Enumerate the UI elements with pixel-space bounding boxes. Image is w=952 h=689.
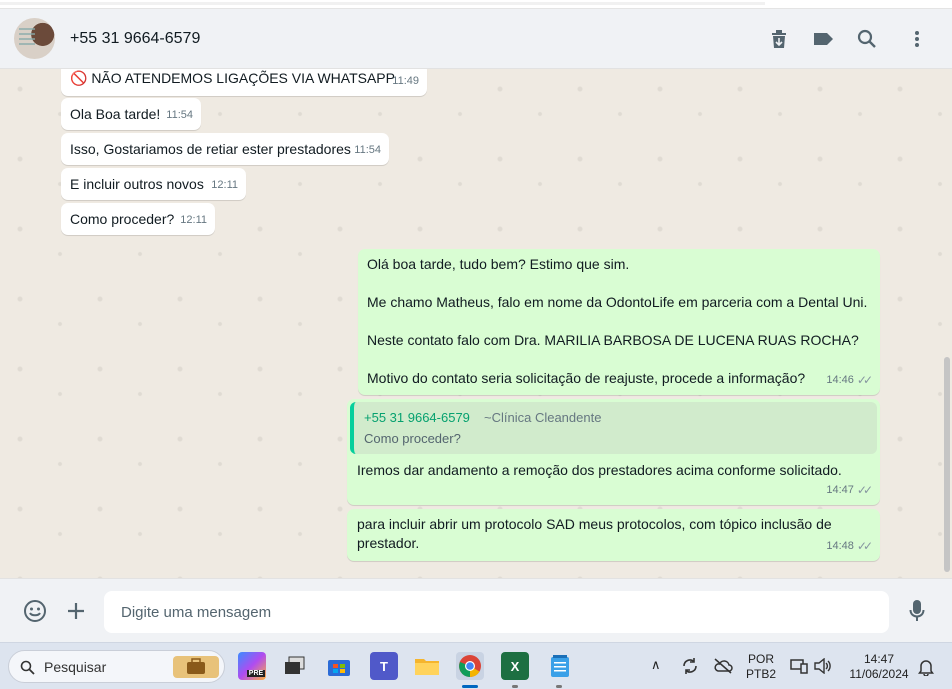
message-time: 11:54 <box>166 109 193 121</box>
chrome-active-indicator <box>462 685 478 688</box>
delete-icon[interactable] <box>766 26 792 52</box>
message-time: 14:48 <box>826 540 854 552</box>
quoted-text: Como proceder? <box>364 431 461 446</box>
chat-area[interactable]: 🚫 NÃO ATENDEMOS LIGAÇÕES VIA WHATSAPP 11… <box>0 69 952 578</box>
attach-plus-icon[interactable] <box>63 598 89 624</box>
input-layout-code: PTB2 <box>746 667 777 681</box>
message-input[interactable] <box>104 591 889 633</box>
message-time: 14:47 <box>826 484 854 496</box>
message-text: Ola Boa tarde! <box>70 106 161 122</box>
emoji-icon[interactable] <box>22 598 48 624</box>
read-ticks-icon: ✓✓ <box>856 539 873 553</box>
read-ticks-icon: ✓✓ <box>856 373 873 387</box>
message-in[interactable]: Isso, Gostariamos de retiar ester presta… <box>61 133 389 165</box>
message-text: E incluir outros novos <box>70 176 204 192</box>
chevron-up-icon[interactable]: ∧ <box>651 657 661 673</box>
quoted-author: +55 31 9664-6579 <box>364 410 470 425</box>
menu-kebab-icon[interactable] <box>904 26 930 52</box>
taskbar-search[interactable]: Pesquisar <box>8 650 225 683</box>
file-explorer-icon[interactable] <box>413 652 441 680</box>
message-text: Isso, Gostariamos de retiar ester presta… <box>70 141 351 157</box>
message-meta: 14:47 ✓✓ <box>826 481 873 500</box>
store-icon[interactable] <box>325 652 353 680</box>
message-out[interactable]: Olá boa tarde, tudo bem? Estimo que sim.… <box>358 249 880 395</box>
sync-icon[interactable] <box>681 657 699 675</box>
message-text: Iremos dar andamento a remoção dos prest… <box>357 462 842 478</box>
message-text: 🚫 NÃO ATENDEMOS LIGAÇÕES VIA WHATSAPP <box>70 70 395 86</box>
microphone-icon[interactable] <box>904 598 930 624</box>
excel-running-indicator <box>512 685 518 688</box>
message-time: 11:54 <box>354 144 381 156</box>
copilot-icon[interactable]: PRE <box>238 652 266 680</box>
contact-name[interactable]: +55 31 9664-6579 <box>70 30 200 48</box>
notification-bell-icon[interactable] <box>918 658 934 676</box>
notepad-icon[interactable] <box>546 652 574 680</box>
chrome-icon[interactable] <box>456 652 484 680</box>
message-line: para incluir abrir um protocolo SAD meus… <box>357 516 832 532</box>
quoted-author-alias: ~Clínica Cleandente <box>484 410 602 425</box>
label-icon[interactable] <box>810 26 836 52</box>
task-view-icon[interactable] <box>281 652 309 680</box>
message-out[interactable]: para incluir abrir um protocolo SAD meus… <box>347 509 880 561</box>
windows-taskbar: Pesquisar PRE T X ∧ POR PTB2 14:47 11/06… <box>0 642 952 689</box>
chat-header[interactable]: +55 31 9664-6579 <box>0 9 952 69</box>
message-text: Como proceder? <box>70 211 175 227</box>
chat-scrollbar[interactable] <box>944 357 950 572</box>
input-language-code: POR <box>747 652 774 666</box>
quoted-message[interactable]: +55 31 9664-6579 ~Clínica Cleandente Com… <box>350 402 877 454</box>
composer <box>0 578 952 642</box>
notepad-running-indicator <box>556 685 562 688</box>
message-line: Motivo do contato seria solicitação de r… <box>367 370 806 386</box>
clock-date: 11/06/2024 <box>849 667 909 681</box>
excel-icon[interactable]: X <box>501 652 529 680</box>
briefcase-icon <box>173 656 219 678</box>
cloud-off-icon[interactable] <box>713 657 733 675</box>
message-line: Neste contato falo com Dra. MARILIA BARB… <box>367 332 859 348</box>
teams-icon[interactable]: T <box>370 652 398 680</box>
search-icon <box>20 660 35 675</box>
message-in[interactable]: 🚫 NÃO ATENDEMOS LIGAÇÕES VIA WHATSAPP 11… <box>61 69 427 96</box>
message-in[interactable]: Ola Boa tarde! 11:54 <box>61 98 201 130</box>
message-line: Olá boa tarde, tudo bem? Estimo que sim. <box>367 256 630 272</box>
network-icon[interactable] <box>790 658 808 674</box>
search-icon[interactable] <box>854 26 880 52</box>
message-time: 12:11 <box>211 179 238 191</box>
message-time: 12:11 <box>180 214 207 226</box>
read-ticks-icon: ✓✓ <box>856 483 873 497</box>
input-language[interactable]: POR PTB2 <box>746 652 776 682</box>
clock[interactable]: 14:47 11/06/2024 <box>842 652 916 682</box>
clock-time: 14:47 <box>863 652 895 666</box>
message-meta: 14:46 ✓✓ <box>826 371 873 390</box>
message-in[interactable]: E incluir outros novos 12:11 <box>61 168 246 200</box>
volume-icon[interactable] <box>814 658 832 674</box>
message-out-reply[interactable]: +55 31 9664-6579 ~Clínica Cleandente Com… <box>347 399 880 505</box>
message-time: 14:46 <box>826 374 854 386</box>
message-line: Me chamo Matheus, falo em nome da Odonto… <box>367 294 868 310</box>
taskbar-search-label: Pesquisar <box>44 659 107 675</box>
message-in[interactable]: Como proceder? 12:11 <box>61 203 215 235</box>
message-meta: 14:48 ✓✓ <box>826 537 873 556</box>
avatar[interactable] <box>14 18 55 59</box>
browser-top-strip <box>0 0 952 9</box>
message-line: prestador. <box>357 535 420 551</box>
message-time: 11:49 <box>392 75 419 87</box>
